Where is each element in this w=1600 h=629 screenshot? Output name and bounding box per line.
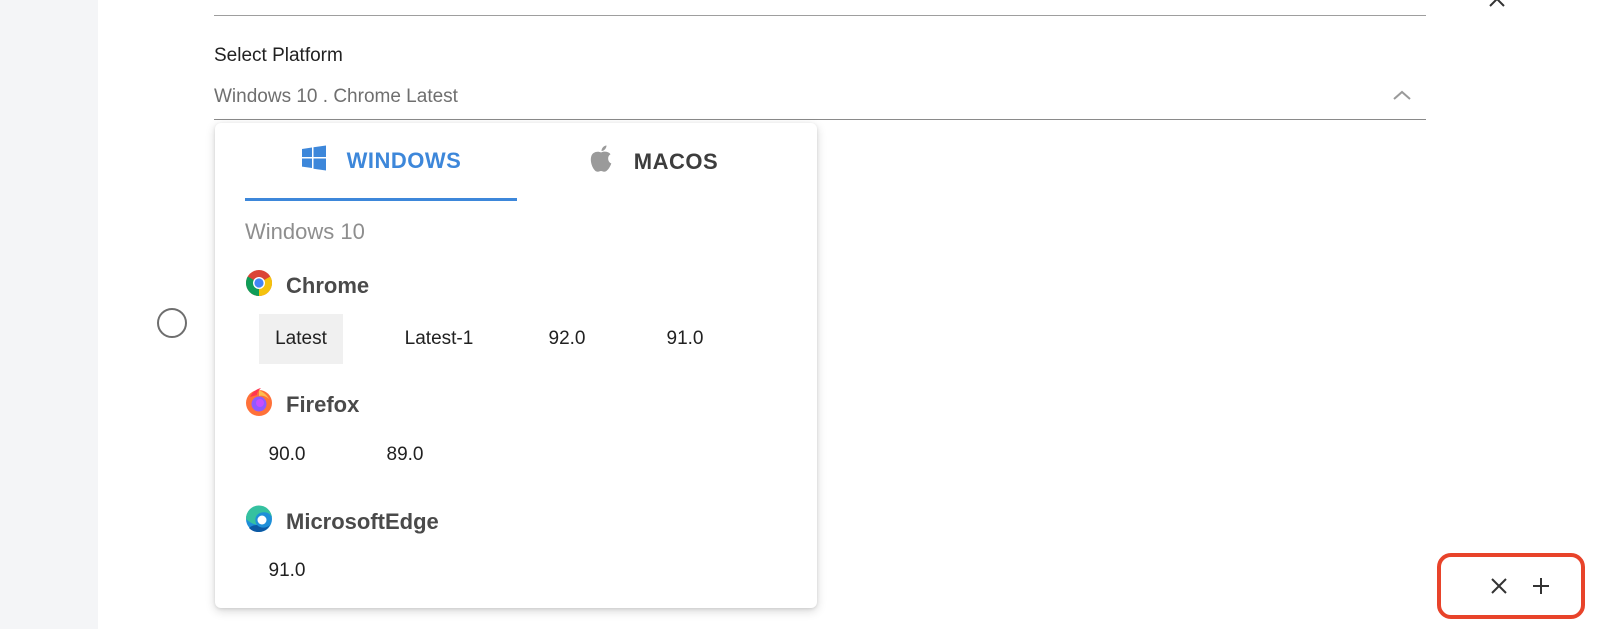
radio-button[interactable] xyxy=(157,308,187,338)
windows-icon xyxy=(301,145,327,177)
row-actions xyxy=(1437,553,1585,619)
version-option-90[interactable]: 90.0 xyxy=(259,430,315,480)
version-option-89[interactable]: 89.0 xyxy=(377,430,433,480)
version-option-91[interactable]: 91.0 xyxy=(259,546,315,596)
edge-icon xyxy=(245,505,273,538)
firefox-icon xyxy=(245,387,273,422)
browser-name: MicrosoftEdge xyxy=(286,508,439,534)
platform-select-value: Windows 10 . Chrome Latest xyxy=(214,86,458,107)
browser-name: Firefox xyxy=(286,391,360,417)
version-option-91[interactable]: 91.0 xyxy=(655,314,715,364)
plus-icon xyxy=(1533,578,1549,594)
select-platform-label: Select Platform xyxy=(214,45,343,66)
browser-microsoftedge: MicrosoftEdge xyxy=(245,505,439,538)
version-option-92[interactable]: 92.0 xyxy=(537,314,597,364)
chevron-up-icon[interactable] xyxy=(1392,88,1412,100)
previous-field-underline xyxy=(214,15,1426,16)
tab-macos-label: MACOS xyxy=(633,149,719,174)
chrome-icon xyxy=(245,269,273,302)
close-icon[interactable] xyxy=(1488,0,1506,8)
add-button[interactable] xyxy=(1527,572,1555,600)
browser-firefox: Firefox xyxy=(245,387,359,422)
remove-button[interactable] xyxy=(1485,572,1513,600)
apple-icon xyxy=(588,144,614,180)
version-option-latest[interactable]: Latest xyxy=(259,314,343,364)
tab-windows-label: WINDOWS xyxy=(346,147,462,173)
browser-chrome: Chrome xyxy=(245,269,369,302)
browser-name: Chrome xyxy=(286,272,370,298)
version-option-latest-1[interactable]: Latest-1 xyxy=(389,314,489,364)
left-rail xyxy=(0,0,98,629)
platform-dropdown: WINDOWS MACOS Windows 10 Chrome Latest L… xyxy=(215,123,817,608)
platform-select[interactable]: Windows 10 . Chrome Latest xyxy=(214,80,1426,120)
tab-windows[interactable]: WINDOWS xyxy=(245,123,517,201)
close-icon xyxy=(1491,578,1507,594)
tab-macos[interactable]: MACOS xyxy=(517,123,789,201)
os-version-heading: Windows 10 xyxy=(245,219,365,244)
